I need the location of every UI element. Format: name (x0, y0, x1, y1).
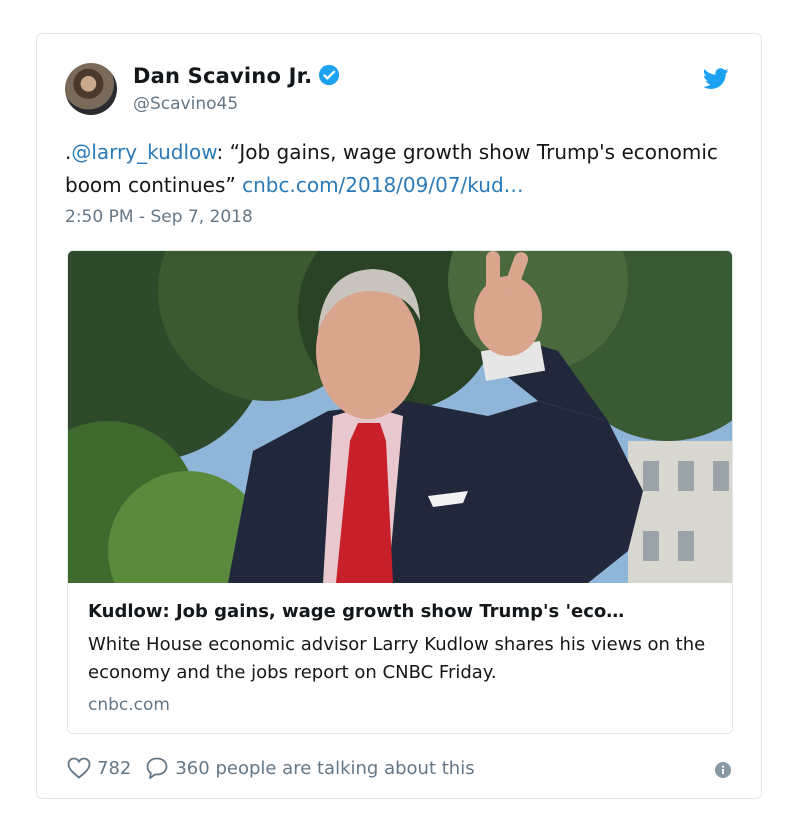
speech-bubble-icon[interactable] (145, 756, 169, 780)
card-description[interactable]: White House economic advisor Larry Kudlo… (88, 631, 718, 687)
author-name[interactable]: Dan Scavino Jr. (133, 64, 312, 88)
article-link[interactable]: cnbc.com/2018/09/07/kud… (242, 173, 524, 197)
card-photo (68, 251, 732, 583)
author-name-line[interactable]: Dan Scavino Jr. (133, 64, 340, 88)
verified-badge-icon (319, 64, 340, 86)
avatar[interactable] (65, 63, 117, 115)
tweet-timestamp[interactable]: 2:50 PM - Sep 7, 2018 (65, 207, 253, 227)
conversation-link[interactable]: 360 people are talking about this (145, 756, 475, 780)
talking-count[interactable]: 360 people are talking about this (175, 758, 474, 779)
card-image[interactable] (68, 251, 732, 583)
info-icon[interactable] (715, 762, 731, 778)
twitter-bird-icon[interactable] (703, 68, 729, 90)
mention-link[interactable]: @larry_kudlow (71, 140, 216, 164)
card-title[interactable]: Kudlow: Job gains, wage growth show Trum… (88, 601, 718, 622)
author-handle[interactable]: @Scavino45 (133, 94, 238, 114)
like-count[interactable]: 782 (97, 758, 131, 779)
heart-icon[interactable] (67, 757, 91, 779)
tweet-actions: 782 360 people are talking about this (67, 754, 475, 782)
link-card[interactable]: Kudlow: Job gains, wage growth show Trum… (67, 250, 733, 734)
tweet-text: .@larry_kudlow: “Job gains, wage growth … (65, 136, 733, 202)
card-domain[interactable]: cnbc.com (88, 695, 170, 715)
embedded-tweet: Dan Scavino Jr. @Scavino45 .@larry_kudlo… (36, 33, 762, 799)
